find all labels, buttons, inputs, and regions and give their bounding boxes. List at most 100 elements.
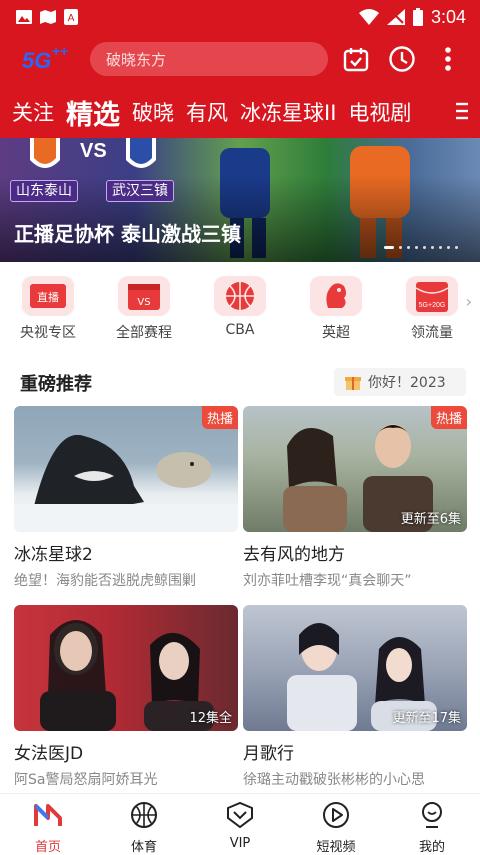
profile-icon	[422, 802, 442, 828]
carousel-dot	[407, 246, 410, 249]
nav-label: VIP	[229, 836, 251, 851]
greeting-chip[interactable]: 你好！2023	[334, 368, 466, 396]
episode-count: 更新至6集	[400, 512, 461, 527]
chevron-right-icon[interactable]: ›	[466, 292, 472, 311]
video-subtitle: 徐璐主动戳破张彬彬的小心思	[243, 772, 425, 788]
svg-text:A: A	[68, 13, 75, 24]
category-premier-league[interactable]: 英超	[296, 276, 376, 342]
video-title: 女法医JD	[14, 744, 84, 764]
category-schedule[interactable]: VS 全部赛程	[104, 276, 184, 342]
basketball-icon	[131, 802, 157, 828]
status-bar: A 3:04	[0, 0, 480, 34]
video-card[interactable]: 更新至17集 月歌行 徐璐主动戳破张彬彬的小心思	[243, 605, 467, 789]
status-notifications: A	[16, 9, 78, 25]
tab-youfeng[interactable]: 有风	[186, 97, 228, 127]
video-title: 冰冻星球2	[14, 545, 93, 565]
greeting-text: 你好！2023	[368, 375, 446, 391]
video-title: 月歌行	[243, 744, 294, 764]
hot-badge: 热播	[201, 406, 238, 429]
video-title: 去有风的地方	[243, 545, 345, 565]
video-thumbnail: 热播	[14, 406, 238, 532]
5g-logo-icon[interactable]: 5G ++	[20, 42, 72, 76]
nav-profile[interactable]: 我的	[397, 800, 467, 855]
app-header: 5G ++ 破晓东方	[0, 34, 480, 86]
team-left-label: 山东泰山	[10, 180, 78, 202]
category-label: 英超	[322, 325, 350, 341]
svg-text:++: ++	[52, 43, 68, 59]
svg-text:5G+20G: 5G+20G	[419, 302, 446, 309]
schedule-icon: VS	[118, 276, 170, 316]
bottom-nav: 首页 体育 VIP 短视频 我的	[0, 793, 480, 855]
team-right-label: 武汉三镇	[106, 180, 174, 202]
video-card[interactable]: 12集全 女法医JD 阿Sa警局怒扇阿娇耳光	[14, 605, 238, 789]
nav-label: 首页	[34, 840, 61, 855]
history-clock-icon[interactable]	[388, 45, 416, 73]
category-label: CBA	[225, 322, 255, 338]
video-thumbnail: 更新至17集	[243, 605, 467, 731]
nav-short-video[interactable]: 短视频	[301, 800, 371, 855]
tab-frozen-planet[interactable]: 冰冻星球II	[240, 97, 336, 127]
video-card[interactable]: 热播 冰冻星球2 绝望！海豹能否逃脱虎鲸围剿	[14, 406, 238, 590]
gallery-icon	[16, 10, 32, 24]
video-thumbnail: 热播 更新至6集	[243, 406, 467, 532]
category-label: 领流量	[411, 325, 453, 341]
video-subtitle: 刘亦菲吐槽李现“真会聊天”	[243, 573, 412, 589]
svg-text:5G: 5G	[22, 48, 51, 73]
banner-title: 正播足协杯 泰山激战三镇	[14, 222, 241, 246]
carousel-dot-active	[384, 246, 394, 249]
calendar-icon[interactable]	[342, 45, 370, 73]
shandong-taishan-crest-icon	[30, 138, 60, 168]
carousel-dot	[423, 246, 426, 249]
nav-sports[interactable]: 体育	[109, 800, 179, 855]
red-envelope-icon: 5G+20G	[406, 276, 458, 316]
category-free-data[interactable]: 5G+20G 领流量	[392, 276, 472, 342]
basketball-icon	[214, 276, 266, 316]
nav-label: 我的	[418, 840, 445, 855]
battery-icon	[412, 8, 423, 26]
play-icon	[323, 802, 349, 828]
video-subtitle: 绝望！海豹能否逃脱虎鲸围剿	[14, 573, 196, 589]
app-notification-icon: A	[64, 9, 78, 25]
nav-vip[interactable]: VIP	[205, 800, 275, 851]
gift-icon	[345, 377, 361, 390]
banner-vs-text: VS	[80, 140, 107, 162]
category-label: 全部赛程	[116, 325, 172, 341]
category-cctv[interactable]: 直播 央视专区	[8, 276, 88, 342]
status-time: 3:04	[430, 6, 466, 27]
home-icon	[34, 804, 62, 826]
episode-count: 更新至17集	[392, 711, 461, 726]
tab-follow[interactable]: 关注	[12, 97, 54, 127]
search-placeholder: 破晓东方	[106, 51, 167, 69]
wuhan-three-towns-crest-icon	[126, 138, 156, 168]
carousel-indicator	[384, 246, 458, 249]
tab-tv-series[interactable]: 电视剧	[348, 97, 411, 127]
category-cba[interactable]: CBA	[200, 276, 280, 338]
svg-text:直播: 直播	[37, 290, 59, 304]
carousel-dot	[399, 246, 402, 249]
svg-text:VS: VS	[137, 297, 150, 308]
tab-featured[interactable]: 精选	[66, 93, 120, 132]
tabs-menu-icon[interactable]	[454, 100, 470, 122]
more-menu-icon[interactable]	[434, 45, 462, 73]
map-icon	[40, 10, 56, 24]
carousel-dot	[455, 246, 458, 249]
live-tv-icon: 直播	[22, 276, 74, 316]
hot-badge: 热播	[430, 406, 467, 429]
video-thumbnail: 12集全	[14, 605, 238, 731]
carousel-dot	[431, 246, 434, 249]
section-title: 重磅推荐	[20, 374, 92, 395]
category-shortcuts: 直播 央视专区 VS 全部赛程 CBA 英超 5G+20G 领流量 ›	[0, 262, 480, 352]
carousel-dot	[447, 246, 450, 249]
tab-poxiao[interactable]: 破晓	[132, 97, 174, 127]
video-subtitle: 阿Sa警局怒扇阿娇耳光	[14, 772, 158, 788]
video-card[interactable]: 热播 更新至6集 去有风的地方 刘亦菲吐槽李现“真会聊天”	[243, 406, 467, 590]
signal-icon	[386, 9, 405, 25]
search-input[interactable]: 破晓东方	[90, 42, 328, 76]
nav-home[interactable]: 首页	[13, 800, 83, 855]
channel-tabs: 关注 精选 破晓 有风 冰冻星球II 电视剧	[0, 86, 480, 138]
hero-banner[interactable]: VS 山东泰山 武汉三镇 正播足协杯 泰山激战三镇	[0, 138, 480, 262]
carousel-dot	[415, 246, 418, 249]
nav-label: 体育	[130, 840, 157, 855]
nav-label: 短视频	[316, 840, 356, 855]
status-system: 3:04	[358, 0, 466, 34]
